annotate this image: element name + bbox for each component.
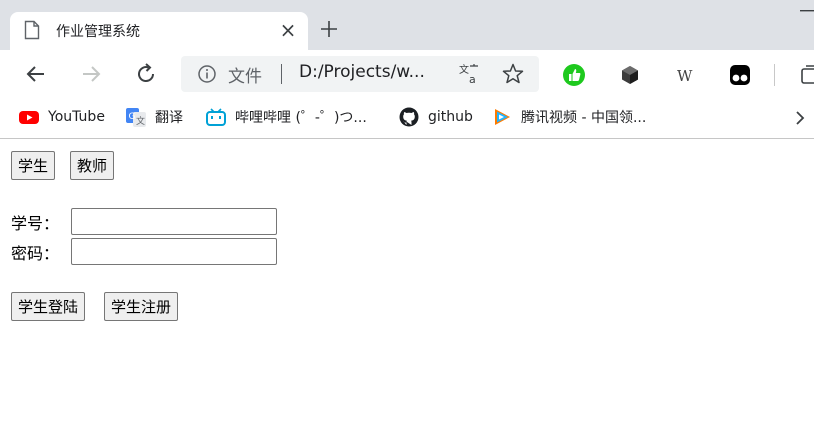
svg-text:G: G [129,112,136,122]
student-role-button[interactable]: 学生 [11,151,56,180]
star-icon[interactable] [501,62,525,86]
page-content: 学生 教师 学号： 密码： 学生登陆 学生注册 [0,140,814,427]
password-input[interactable] [71,238,277,265]
bookmark-label: YouTube [48,109,105,125]
forward-icon[interactable] [79,62,103,86]
bookmark-label: github [428,109,473,125]
toolbar-divider [774,64,775,86]
bookmark-label: 腾讯视频 - 中国领... [521,110,647,126]
info-icon[interactable] [197,64,217,84]
bookmark-tencent-video[interactable]: 腾讯视频 - 中国领... [492,105,646,129]
student-id-label: 学号： [11,214,60,233]
bookmark-translate[interactable]: G 文 翻译 [126,105,183,129]
student-id-input[interactable] [71,208,277,235]
student-register-button[interactable]: 学生注册 [104,292,179,321]
collections-icon[interactable] [798,63,814,87]
svg-text:文: 文 [136,115,145,127]
bookmark-github[interactable]: github [399,105,473,129]
address-bar[interactable]: 文件 D:/Projects/w... 文 a [181,56,539,92]
thumbs-up-extension-icon[interactable] [562,63,586,87]
teacher-role-button[interactable]: 教师 [70,151,115,180]
minimize-icon[interactable] [800,10,814,12]
wikipedia-extension-icon[interactable]: W [673,63,697,87]
back-icon[interactable] [24,62,48,86]
url-text[interactable]: D:/Projects/w... [299,62,425,82]
tampermonkey-extension-icon[interactable] [728,63,752,87]
bookmark-youtube[interactable]: YouTube [19,105,105,129]
svg-text:W: W [677,67,693,85]
tab-strip: 作业管理系统 × [0,0,814,50]
cube-extension-icon[interactable] [618,63,642,87]
student-login-button[interactable]: 学生登陆 [11,292,86,321]
bilibili-icon [206,108,226,126]
bookmark-label: 哔哩哔哩 (゜-゜)つ... [235,110,367,126]
password-label: 密码： [11,244,60,263]
chevron-right-icon[interactable] [792,108,808,128]
bookmark-label: 翻译 [155,110,183,126]
reload-icon[interactable] [134,62,158,86]
bookmarks-bar: YouTube G 文 翻译 哔哩哔哩 (゜-゜)つ... github 腾讯视… [0,98,814,139]
scheme-label: 文件 [228,67,262,87]
document-icon [24,20,40,40]
youtube-icon [19,111,39,124]
tab-title: 作业管理系统 [56,24,140,40]
translate-icon[interactable]: 文 a [457,62,481,86]
svg-text:a: a [469,73,476,86]
address-separator [281,64,282,84]
browser-tab[interactable]: 作业管理系统 × [10,12,308,50]
svg-text:文: 文 [459,63,469,76]
browser-toolbar: 文件 D:/Projects/w... 文 a W [0,50,814,98]
google-translate-icon: G 文 [126,108,146,127]
new-tab-icon[interactable] [318,18,340,40]
close-tab-icon[interactable]: × [278,20,298,40]
tencent-video-icon [495,109,510,125]
github-icon [399,107,419,127]
bookmark-bilibili[interactable]: 哔哩哔哩 (゜-゜)つ... [206,105,367,129]
